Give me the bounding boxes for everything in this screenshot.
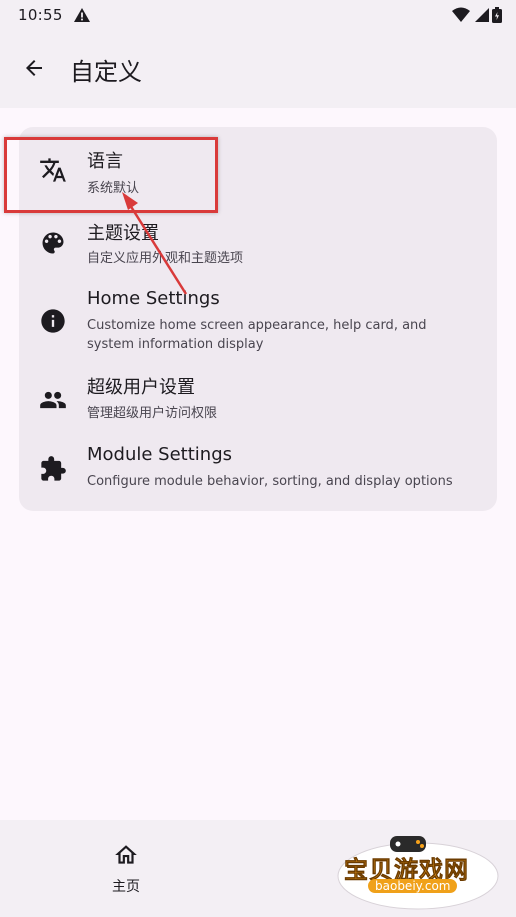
nav-home[interactable]: 主页 bbox=[96, 838, 156, 902]
superuser-title: 超级用户设置 bbox=[87, 377, 195, 398]
people-icon bbox=[39, 386, 67, 414]
page-title: 自定义 bbox=[70, 58, 142, 86]
home-settings-title: Home Settings bbox=[87, 288, 220, 309]
status-icons bbox=[452, 7, 502, 27]
top-app-bar: 自定义 bbox=[0, 32, 516, 108]
home-settings-item[interactable]: Home Settings Customize home screen appe… bbox=[19, 285, 497, 359]
palette-icon bbox=[39, 229, 67, 257]
signal-icon bbox=[473, 7, 489, 27]
superuser-desc: 管理超级用户访问权限 bbox=[87, 406, 218, 421]
battery-icon bbox=[492, 7, 502, 27]
info-icon bbox=[39, 307, 67, 335]
watermark-url: baobeiy.com bbox=[368, 879, 458, 893]
watermark-logo: 宝贝游戏网 baobeiy.com bbox=[332, 830, 502, 910]
home-settings-desc: Customize home screen appearance, help c… bbox=[87, 318, 427, 352]
warning-icon bbox=[73, 7, 91, 27]
status-time: 10:55 bbox=[18, 6, 63, 24]
home-icon bbox=[113, 842, 139, 872]
module-settings-desc: Configure module behavior, sorting, and … bbox=[87, 474, 453, 489]
superuser-setting-item[interactable]: 超级用户设置 管理超级用户访问权限 bbox=[19, 369, 497, 429]
wifi-icon bbox=[452, 7, 470, 27]
module-settings-title: Module Settings bbox=[87, 444, 233, 465]
module-settings-item[interactable]: Module Settings Configure module behavio… bbox=[19, 439, 497, 501]
arrow-back-icon bbox=[22, 56, 46, 84]
theme-desc: 自定义应用外观和主题选项 bbox=[87, 251, 244, 266]
back-button[interactable] bbox=[14, 50, 54, 90]
highlight-box bbox=[4, 137, 218, 213]
nav-home-label: 主页 bbox=[112, 879, 140, 895]
theme-title: 主题设置 bbox=[87, 223, 159, 244]
status-bar: 10:55 bbox=[0, 0, 516, 32]
theme-setting-item[interactable]: 主题设置 自定义应用外观和主题选项 bbox=[19, 213, 497, 275]
puzzle-icon bbox=[39, 455, 67, 483]
